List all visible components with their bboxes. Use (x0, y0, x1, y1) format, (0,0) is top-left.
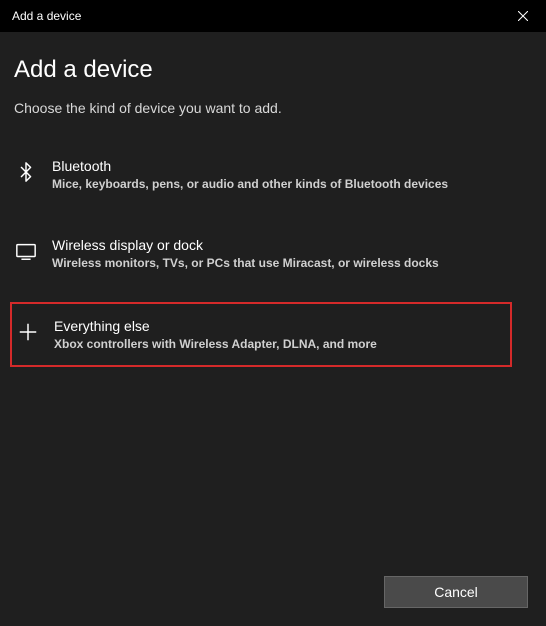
titlebar: Add a device (0, 0, 546, 32)
bluetooth-icon (14, 160, 38, 184)
option-desc: Wireless monitors, TVs, or PCs that use … (52, 256, 526, 270)
footer: Cancel (384, 576, 528, 608)
option-title: Bluetooth (52, 158, 526, 174)
cancel-button[interactable]: Cancel (384, 576, 528, 608)
option-desc: Mice, keyboards, pens, or audio and othe… (52, 177, 526, 191)
display-icon (14, 239, 38, 263)
option-title: Everything else (54, 318, 504, 334)
titlebar-title: Add a device (12, 9, 81, 23)
page-subheading: Choose the kind of device you want to ad… (14, 100, 532, 116)
page-title: Add a device (14, 56, 532, 84)
option-everything-else[interactable]: Everything else Xbox controllers with Wi… (10, 302, 512, 367)
plus-icon (16, 320, 40, 344)
option-desc: Xbox controllers with Wireless Adapter, … (54, 337, 504, 351)
close-button[interactable] (500, 0, 546, 32)
close-icon (518, 11, 528, 21)
option-text: Bluetooth Mice, keyboards, pens, or audi… (52, 158, 526, 191)
option-title: Wireless display or dock (52, 237, 526, 253)
content-area: Add a device Choose the kind of device y… (0, 32, 546, 367)
option-wireless-display[interactable]: Wireless display or dock Wireless monito… (14, 223, 532, 284)
option-text: Everything else Xbox controllers with Wi… (54, 318, 504, 351)
option-text: Wireless display or dock Wireless monito… (52, 237, 526, 270)
option-bluetooth[interactable]: Bluetooth Mice, keyboards, pens, or audi… (14, 144, 532, 205)
